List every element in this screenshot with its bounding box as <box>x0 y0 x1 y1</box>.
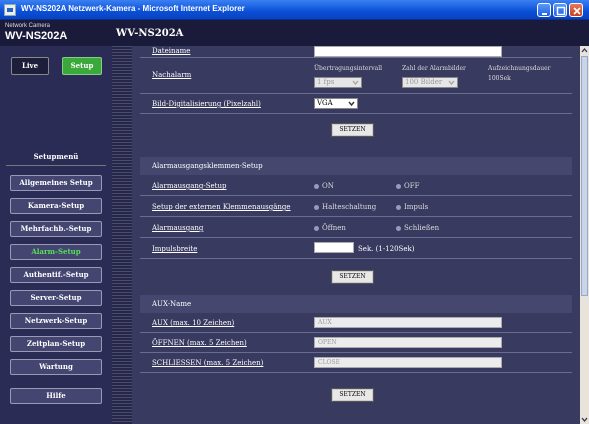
setup-button[interactable]: Setup <box>62 57 102 75</box>
impulsbreite-label: Impulsbreite <box>152 245 198 253</box>
vertical-scrollbar[interactable] <box>580 46 589 424</box>
window-title: WV-NS202A Netzwerk-Kamera - Microsoft In… <box>21 4 245 13</box>
aux-label: AUX (max. 10 Zeichen) <box>152 319 235 327</box>
radio-off[interactable]: OFF <box>396 182 419 190</box>
live-button[interactable]: Live <box>11 57 49 75</box>
setzen-button-1[interactable]: SETZEN <box>332 124 373 136</box>
ie-app-icon <box>4 4 16 16</box>
setup-menu-title: Setupmenü <box>33 152 79 161</box>
camera-header: Network Camera WV-NS202A WV-NS202A <box>0 20 589 46</box>
row-offnen: ÖFFNEN (max. 5 Zeichen) OPEN <box>140 333 572 353</box>
row-impulsbreite: Impulsbreite Sek. (1-120Sek) <box>140 238 572 259</box>
menu-alarm-setup[interactable]: Alarm-Setup <box>10 244 102 260</box>
setzen-button-3[interactable]: SETZEN <box>332 389 373 401</box>
radio-schliessen-icon <box>396 225 401 231</box>
alarmausgang-header: Alarmausgangsklemmen-Setup <box>152 162 263 170</box>
menu-kamera-setup[interactable]: Kamera-Setup <box>10 198 102 214</box>
radio-off-icon <box>396 183 401 189</box>
aux-section-header: AUX-Name <box>140 295 572 313</box>
maximize-button[interactable] <box>553 3 567 17</box>
row-dateiname: Dateiname <box>140 46 572 58</box>
alarmausgang-setup-label: Alarmausgang-Setup <box>152 182 227 190</box>
row-alarmausgang-setup: Alarmausgang-Setup ON OFF <box>140 175 572 196</box>
menu-divider <box>6 165 106 166</box>
radio-impuls[interactable]: Impuls <box>396 203 428 211</box>
intervall-label: Übertragungsintervall <box>314 65 383 72</box>
aux-header: AUX-Name <box>152 300 192 308</box>
dateiname-input[interactable] <box>314 46 502 57</box>
aufzeichnungsdauer-label: Aufzeichnungsdauer <box>488 65 551 72</box>
model-title: WV-NS202A <box>116 28 184 39</box>
bild-select[interactable]: VGA <box>314 98 358 109</box>
brand-logo: WV-NS202A <box>5 30 68 42</box>
radio-halteschaltung[interactable]: Halteschaltung <box>314 203 376 211</box>
menu-zeitplan-setup[interactable]: Zeitplan-Setup <box>10 336 102 352</box>
radio-on-icon <box>314 183 319 189</box>
schliessen-label: SCHLIESSEN (max. 5 Zeichen) <box>152 359 264 367</box>
menu-server-setup[interactable]: Server-Setup <box>10 290 102 306</box>
menu-wartung[interactable]: Wartung <box>10 359 102 375</box>
aux-input[interactable]: AUX <box>314 317 502 328</box>
offnen-label: ÖFFNEN (max. 5 Zeichen) <box>152 339 247 347</box>
schliessen-input[interactable]: CLOSE <box>314 357 502 368</box>
radio-halteschaltung-icon <box>314 204 319 210</box>
minimize-button[interactable] <box>537 3 551 17</box>
bild-label: Bild-Digitalisierung (Pixelzahl) <box>152 100 261 108</box>
impulsbreite-unit: Sek. (1-120Sek) <box>358 245 415 253</box>
sidebar: Live Setup Setupmenü Allgemeines Setup K… <box>0 46 112 424</box>
radio-schliessen[interactable]: Schließen <box>396 224 439 232</box>
offnen-input[interactable]: OPEN <box>314 337 502 348</box>
anzahl-select[interactable]: 100 Bilder <box>402 77 458 88</box>
scrollbar-thumb[interactable] <box>581 56 588 296</box>
radio-offnen[interactable]: Öffnen <box>314 224 346 232</box>
radio-offnen-icon <box>314 225 319 231</box>
scroll-down-icon[interactable] <box>581 416 588 423</box>
row-alarmausgang: Alarmausgang Öffnen Schließen <box>140 217 572 238</box>
dateiname-label: Dateiname <box>152 47 191 55</box>
window-title-bar: WV-NS202A Netzwerk-Kamera - Microsoft In… <box>0 0 589 20</box>
decorative-stripe <box>112 46 132 424</box>
anzahl-label: Zahl der Alarmbilder <box>402 65 466 72</box>
alarmausgang-label: Alarmausgang <box>152 224 204 232</box>
menu-authentif-setup[interactable]: Authentif.-Setup <box>10 267 102 283</box>
scroll-up-icon[interactable] <box>581 47 588 54</box>
row-bild: Bild-Digitalisierung (Pixelzahl) VGA <box>140 94 572 114</box>
help-button[interactable]: Hilfe <box>10 388 102 404</box>
nachalarm-label: Nachalarm <box>152 71 192 79</box>
radio-on[interactable]: ON <box>314 182 334 190</box>
row-extern: Setup der externen Klemmenausgänge Halte… <box>140 196 572 217</box>
row-schliessen: SCHLIESSEN (max. 5 Zeichen) CLOSE <box>140 353 572 373</box>
row-aux: AUX (max. 10 Zeichen) AUX <box>140 313 572 333</box>
main-content: Dateiname Nachalarm Übertragungsinterval… <box>132 46 580 424</box>
radio-impuls-icon <box>396 204 401 210</box>
brand-small-label: Network Camera <box>5 23 51 29</box>
alarmausgang-section-header: Alarmausgangsklemmen-Setup <box>140 157 572 175</box>
row-nachalarm: Nachalarm Übertragungsintervall 1 fps Za… <box>140 58 572 94</box>
intervall-select[interactable]: 1 fps <box>314 77 362 88</box>
menu-netzwerk-setup[interactable]: Netzwerk-Setup <box>10 313 102 329</box>
extern-label: Setup der externen Klemmenausgänge <box>152 203 291 211</box>
close-button[interactable] <box>569 3 583 17</box>
menu-allgemeines-setup[interactable]: Allgemeines Setup <box>10 175 102 191</box>
impulsbreite-input[interactable] <box>314 242 354 253</box>
menu-mehrfachb-setup[interactable]: Mehrfachb.-Setup <box>10 221 102 237</box>
setzen-button-2[interactable]: SETZEN <box>332 271 373 283</box>
aufzeichnungsdauer-value: 100Sek <box>488 75 511 82</box>
